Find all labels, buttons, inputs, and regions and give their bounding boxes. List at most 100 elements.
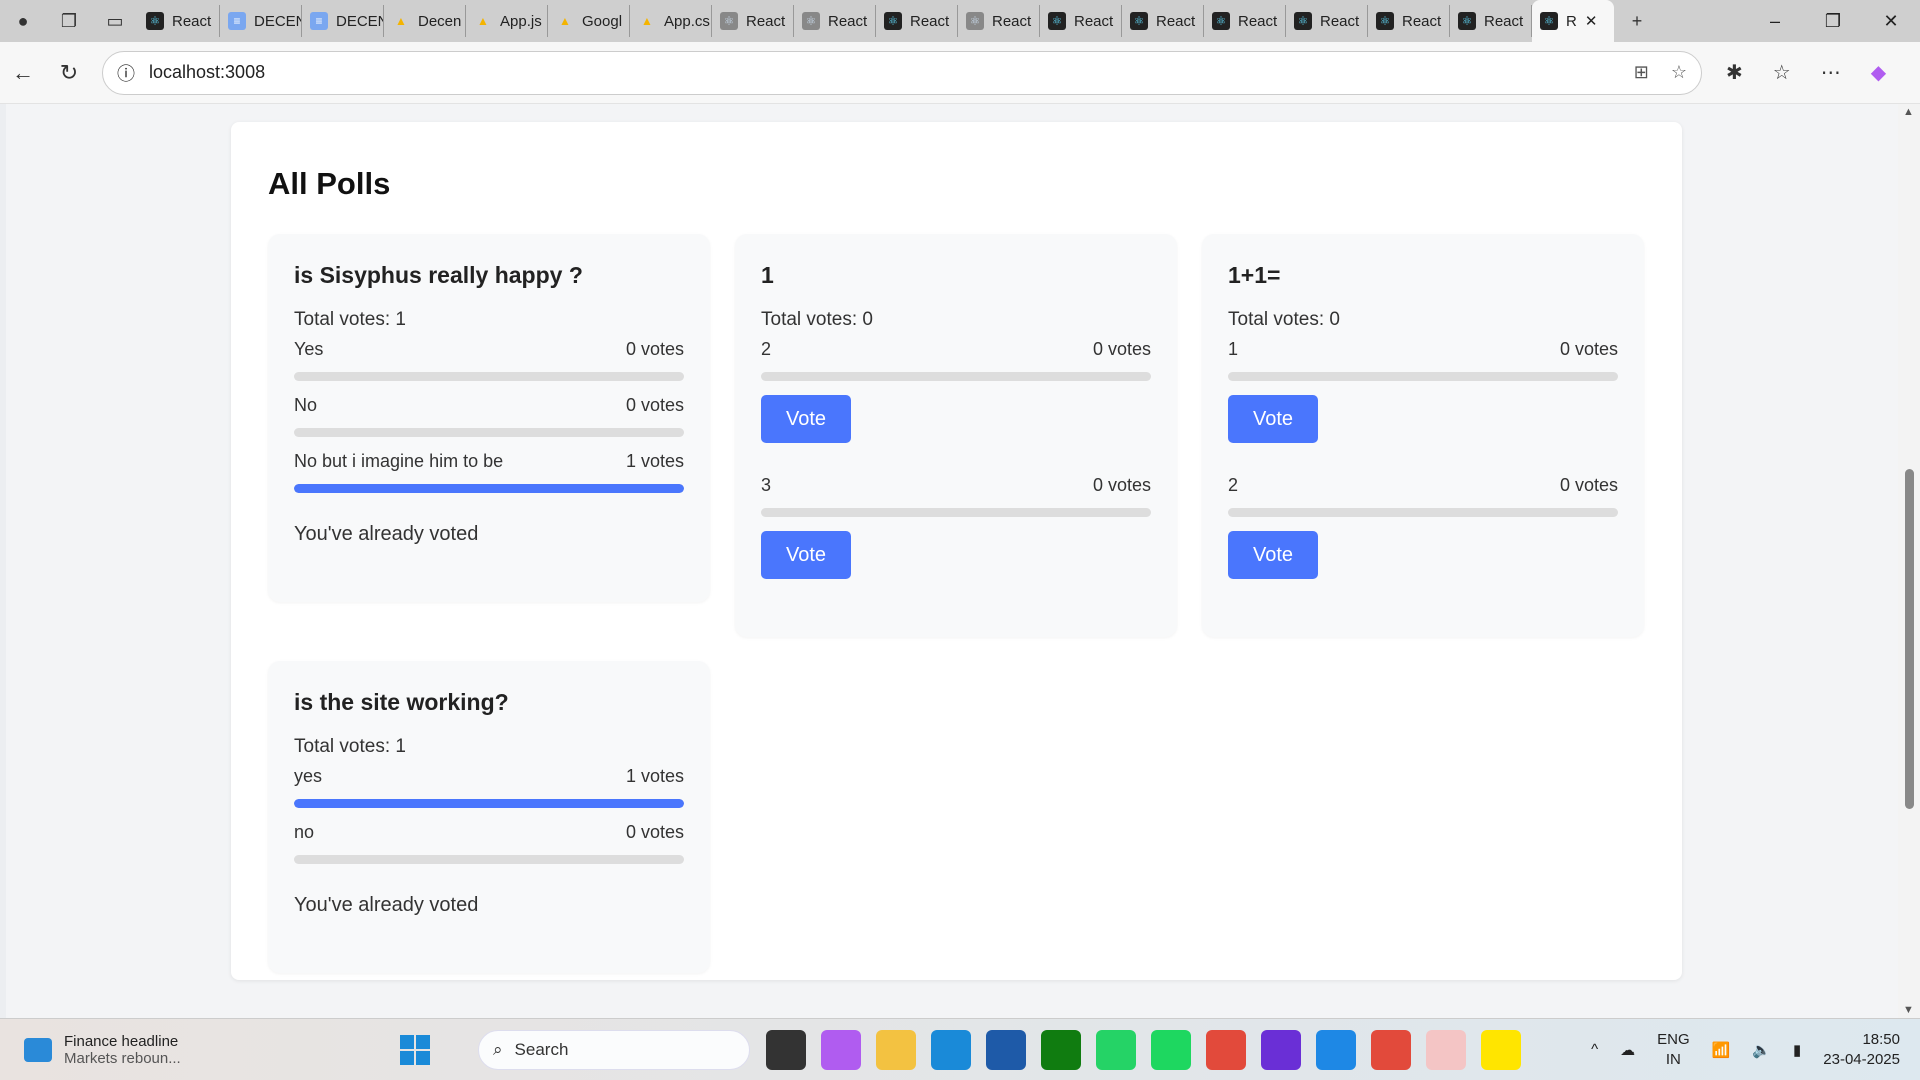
option-label: Yes [294, 339, 324, 359]
file-app-icon[interactable] [1426, 1029, 1466, 1070]
chrome-icon[interactable] [1206, 1029, 1246, 1070]
more-icon[interactable]: ⋯ [1821, 60, 1841, 85]
tab-active[interactable]: ⚛ R ✕ [1532, 0, 1614, 42]
total-votes: Total votes: 1 [294, 736, 406, 757]
browser-tab[interactable]: ▲ Googl [548, 5, 630, 37]
tab-actions-icon[interactable]: ▭ [92, 0, 138, 42]
poll-card: is the site working? Total votes: 1 yes 1 v… [268, 661, 710, 973]
option-votes: 0 votes [625, 822, 684, 842]
checklist-app-icon[interactable] [1481, 1029, 1521, 1070]
browser-tab[interactable]: ≡ DECEN [220, 5, 302, 37]
news-widget[interactable]: Finance headline Markets reboun... [0, 1033, 400, 1067]
option-votes: 0 votes [1092, 339, 1151, 359]
spotify-icon[interactable] [1151, 1029, 1191, 1070]
taskbar-search[interactable]: ⌕ Search [478, 1029, 750, 1070]
vote-button[interactable]: Vote [761, 395, 851, 443]
vote-progress-bar [294, 855, 684, 864]
drive-icon: ▲ [477, 14, 489, 28]
copilot-icon[interactable] [821, 1029, 861, 1070]
browser-tab[interactable]: ⚛ React [1040, 5, 1122, 37]
address-row: ← ↻ ⓘ localhost:3008 ⊞ ☆ ✱ ☆ ⋯ ◆ [0, 42, 1920, 104]
address-bar[interactable]: ⓘ localhost:3008 ⊞ ☆ [102, 50, 1702, 95]
cloud-icon[interactable]: ☁ [1620, 1041, 1635, 1059]
back-icon[interactable]: ← [0, 60, 46, 86]
option-label: 2 [1228, 475, 1239, 495]
poll-question: 1+1= [1228, 262, 1281, 288]
close-window-icon[interactable]: ✕ [1862, 11, 1920, 32]
refresh-icon[interactable]: ↻ [46, 60, 92, 86]
doc-icon: ≡ [310, 12, 328, 30]
poll-option: 2 0 votes Vote [1228, 475, 1618, 597]
drive-icon: ▲ [395, 14, 407, 28]
favorites-icon[interactable]: ☆ [1773, 60, 1791, 85]
scroll-up-icon[interactable]: ▲ [1903, 106, 1914, 118]
vote-button[interactable]: Vote [761, 531, 851, 579]
vote-progress-bar [294, 372, 684, 381]
wifi-icon[interactable]: 📶 [1712, 1041, 1731, 1059]
chrome-icon[interactable] [1371, 1029, 1411, 1070]
restore-icon[interactable]: ❐ [1804, 11, 1862, 32]
browser-tab[interactable]: ⚛ React [1204, 5, 1286, 37]
react-g-icon: ⚛ [720, 12, 738, 30]
option-label: No but i imagine him to be [294, 451, 504, 471]
file-explorer-icon[interactable] [876, 1029, 916, 1070]
chevron-up-icon[interactable]: ^ [1591, 1041, 1598, 1058]
new-tab-icon[interactable]: + [1614, 0, 1660, 42]
scrollbar-thumb[interactable] [1905, 469, 1914, 809]
option-label: No [294, 395, 318, 415]
poll-option: No but i imagine him to be 1 votes [294, 451, 684, 493]
start-icon[interactable] [400, 1034, 430, 1065]
drive-icon: ▲ [559, 14, 571, 28]
volume-icon[interactable]: 🔈 [1752, 1041, 1771, 1059]
option-votes: 0 votes [625, 395, 684, 415]
scrollbar[interactable]: ▲ ▼ [1898, 104, 1920, 1018]
browser-tab[interactable]: ⚛ React [1450, 5, 1532, 37]
browser-tab[interactable]: ⚛ React [138, 5, 220, 37]
browser-tab[interactable]: ⚛ React [1286, 5, 1368, 37]
vote-button[interactable]: Vote [1228, 395, 1318, 443]
browser-tab[interactable]: ⚛ React [794, 5, 876, 37]
browser-tab[interactable]: ⚛ React [958, 5, 1040, 37]
favorite-star-icon[interactable]: ☆ [1671, 62, 1687, 83]
workspaces-icon[interactable]: ❐ [46, 0, 92, 42]
option-label: 1 [1228, 339, 1239, 359]
task-view-icon[interactable] [766, 1029, 806, 1070]
browser-tab[interactable]: ⚛ React [1122, 5, 1204, 37]
browser-tab[interactable]: ▲ App.cs [630, 5, 712, 37]
browser-tab[interactable]: ≡ DECEN [302, 5, 384, 37]
scroll-down-icon[interactable]: ▼ [1903, 1004, 1914, 1016]
react-icon: ⚛ [1540, 12, 1558, 30]
option-votes: 1 votes [625, 451, 684, 471]
browser-tab[interactable]: ⚛ React [876, 5, 958, 37]
browser-tab[interactable]: ⚛ React [1368, 5, 1450, 37]
store-icon[interactable] [986, 1029, 1026, 1070]
vote-progress-bar [761, 372, 1151, 381]
poll-option: 2 0 votes Vote [761, 339, 1151, 461]
vscode-icon[interactable] [1316, 1029, 1356, 1070]
xbox-icon[interactable] [1041, 1029, 1081, 1070]
info-icon[interactable]: ⓘ [117, 60, 135, 86]
vote-progress-bar [1228, 508, 1618, 517]
option-votes: 0 votes [1559, 475, 1618, 495]
vote-progress-fill [294, 484, 684, 493]
browser-tab[interactable]: ⚛ React [712, 5, 794, 37]
app-purple-icon[interactable] [1261, 1029, 1301, 1070]
extensions-icon[interactable]: ✱ [1726, 60, 1743, 85]
react-icon: ⚛ [1048, 12, 1066, 30]
profile-icon[interactable]: ● [0, 0, 46, 42]
already-voted-message: You've already voted [294, 894, 479, 916]
split-screen-icon[interactable]: ⊞ [1634, 62, 1649, 83]
browser-tab[interactable]: ▲ Decen [384, 5, 466, 37]
edge-icon[interactable] [931, 1029, 971, 1070]
battery-icon[interactable]: ▮ [1793, 1041, 1801, 1059]
browser-tab[interactable]: ▲ App.js [466, 5, 548, 37]
minimize-icon[interactable]: – [1746, 11, 1804, 32]
polls-grid: is Sisyphus really happy ? Total votes: 1… [268, 234, 1645, 973]
close-tab-icon[interactable]: ✕ [1585, 12, 1598, 30]
clock[interactable]: 18:50 23-04-2025 [1823, 1030, 1900, 1070]
vote-button[interactable]: Vote [1228, 531, 1318, 579]
whatsapp-icon[interactable] [1096, 1029, 1136, 1070]
finance-icon [24, 1037, 52, 1062]
copilot-icon[interactable]: ◆ [1871, 60, 1886, 85]
react-icon: ⚛ [1376, 12, 1394, 30]
